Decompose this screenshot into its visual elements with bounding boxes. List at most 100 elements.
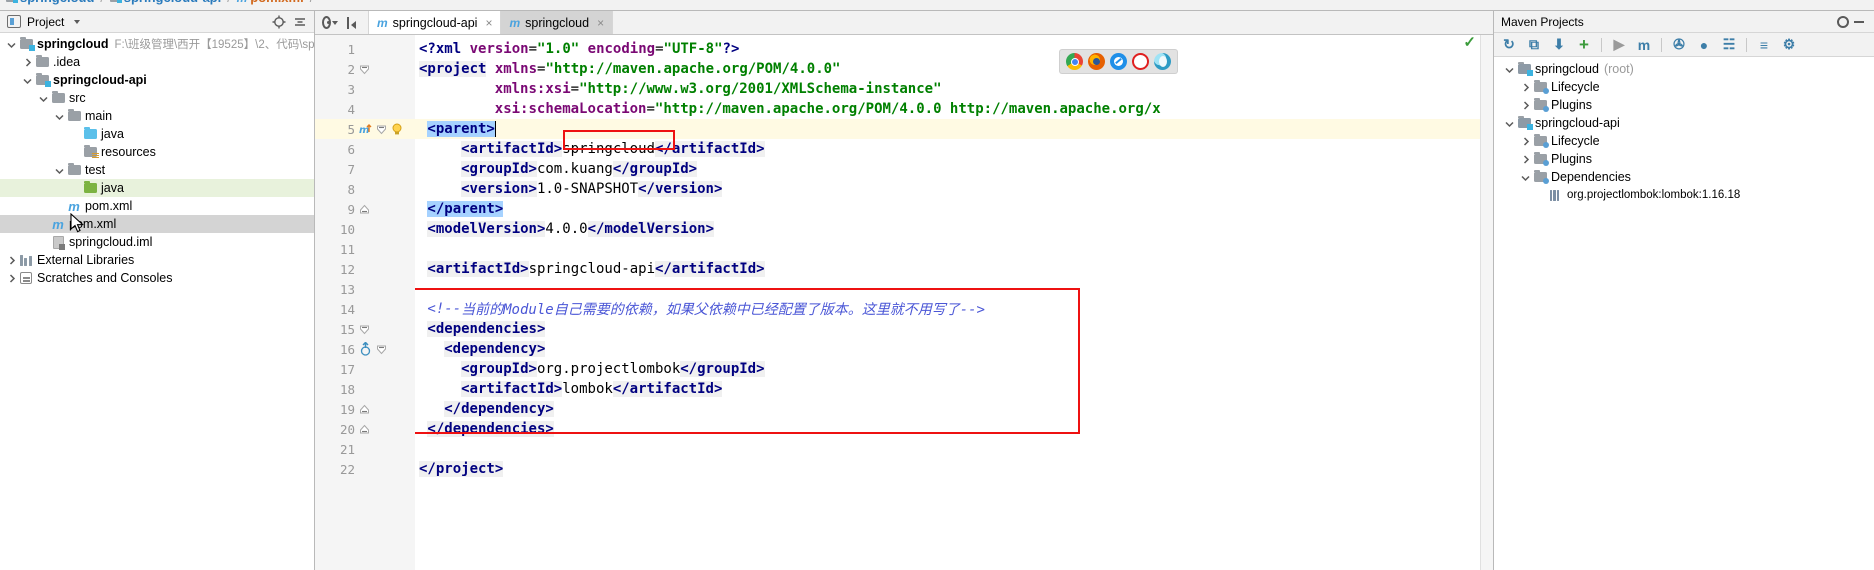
editor-gutter[interactable]: 1 2 3 4 5 m 6 7 8 9 10 11 12 13 14 15 16 17 18 19 20 21 22: [315, 35, 415, 570]
maven-tree[interactable]: springcloud (root) Lifecycle Plugins springc…: [1494, 57, 1874, 570]
maven-tree-item-dependencies[interactable]: Dependencies: [1494, 168, 1874, 186]
tree-item-main[interactable]: main: [0, 107, 314, 125]
opera-icon[interactable]: [1132, 53, 1149, 70]
code-line-6[interactable]: <artifactId> springcloud </artifactId>: [461, 139, 765, 159]
reimport-icon[interactable]: ↻: [1501, 36, 1517, 53]
code-line-5[interactable]: <parent>: [427, 119, 497, 139]
maven-toolbar[interactable]: ↻ ⧉ ⬇ + ▶ m ✇ ● ☵ ≡ ⚙: [1494, 33, 1874, 57]
chevron-down-icon[interactable]: [52, 161, 66, 179]
browser-launcher-popup[interactable]: [1060, 50, 1177, 73]
settings-icon[interactable]: ⚙: [1781, 36, 1797, 53]
code-line-19[interactable]: </dependency>: [444, 399, 554, 419]
hide-panel-icon[interactable]: [345, 15, 361, 31]
chevron-down-icon[interactable]: [69, 14, 85, 30]
fold-close-icon[interactable]: [359, 204, 370, 215]
tree-item-pom-xml[interactable]: m pom.xml: [0, 197, 314, 215]
execute-goal-icon[interactable]: m: [1636, 37, 1652, 53]
tree-item-external-libraries[interactable]: External Libraries: [0, 251, 314, 269]
editor-body[interactable]: 1 2 3 4 5 m 6 7 8 9 10 11 12 13 14 15 16 17 18 19 20 21 22 <? x…: [315, 35, 1493, 570]
maven-tree-item-springcloud-api[interactable]: springcloud-api: [1494, 114, 1874, 132]
firefox-icon[interactable]: [1088, 53, 1105, 70]
target-icon[interactable]: [271, 14, 287, 30]
chevron-down-icon[interactable]: [52, 107, 66, 125]
maven-tree-item-plugins[interactable]: Plugins: [1494, 96, 1874, 114]
code-line-16[interactable]: <dependency>: [444, 339, 546, 359]
fold-open-icon[interactable]: [359, 64, 370, 75]
chevron-down-icon[interactable]: [20, 71, 34, 89]
chevron-right-icon[interactable]: [1518, 78, 1532, 96]
collapse-all-icon[interactable]: [292, 14, 308, 30]
add-maven-project-icon[interactable]: +: [1576, 35, 1592, 54]
tab-springcloud-api[interactable]: m springcloud-api ×: [369, 11, 502, 34]
code-line-17[interactable]: <groupId> org.projectlombok </groupId>: [461, 359, 765, 379]
collapse-all-icon[interactable]: ≡: [1756, 37, 1772, 53]
bulb-icon[interactable]: [391, 123, 403, 136]
maven-tree-item-lifecycle[interactable]: Lifecycle: [1494, 132, 1874, 150]
chevron-right-icon[interactable]: [4, 269, 18, 287]
code-line-4[interactable]: xsi:schemaLocation = "http://maven.apache.…: [495, 99, 1161, 119]
dependency-arrow-icon[interactable]: [359, 341, 372, 356]
code-line-18[interactable]: <artifactId> lombok </artifactId>: [461, 379, 723, 399]
close-icon[interactable]: ×: [485, 16, 492, 30]
maven-update-icon[interactable]: m: [359, 123, 372, 136]
code-line-9[interactable]: </parent>: [427, 199, 504, 219]
chevron-down-icon[interactable]: [1502, 60, 1516, 78]
maven-tree-item-org-projectlombok-lombok-1-16-18[interactable]: org.projectlombok:lombok:1.16.18: [1494, 186, 1874, 204]
fold-open-icon[interactable]: [376, 124, 387, 135]
run-icon[interactable]: ▶: [1611, 36, 1627, 53]
chevron-right-icon[interactable]: [1518, 132, 1532, 150]
code-line-2[interactable]: <project xmlns = "http://maven.apache.org/…: [419, 59, 840, 79]
gear-icon[interactable]: [1835, 14, 1851, 30]
code-line-22[interactable]: </project>: [419, 459, 504, 479]
code-area[interactable]: <? xml version = "1.0" encoding = "UTF-8" ?> <p…: [415, 35, 1480, 570]
chevron-right-icon[interactable]: [20, 53, 34, 71]
tree-item-pom-xml[interactable]: m pom.xml: [0, 215, 314, 233]
chevron-down-icon[interactable]: [1502, 114, 1516, 132]
tab-springcloud[interactable]: m springcloud ×: [501, 11, 614, 34]
fold-close-icon[interactable]: [359, 424, 370, 435]
project-tree[interactable]: springcloud F:\班级管理\西开【19525】\2、代码\spring…: [0, 33, 314, 570]
chevron-right-icon[interactable]: [1518, 96, 1532, 114]
show-dependencies-icon[interactable]: ☵: [1721, 36, 1737, 53]
code-line-10[interactable]: <modelVersion> 4.0.0 </modelVersion>: [427, 219, 715, 239]
code-line-1[interactable]: <? xml version = "1.0" encoding = "UTF-8" ?>: [419, 39, 739, 59]
tree-item-springcloud-iml[interactable]: springcloud.iml: [0, 233, 314, 251]
maven-tree-item-lifecycle[interactable]: Lifecycle: [1494, 78, 1874, 96]
code-line-7[interactable]: <groupId> com.kuang </groupId>: [461, 159, 698, 179]
minimize-icon[interactable]: [1851, 14, 1867, 30]
chevron-down-icon[interactable]: [36, 89, 50, 107]
breadcrumb-item-pom[interactable]: m pom.xml: [237, 0, 304, 5]
breadcrumb-item-springcloud[interactable]: springcloud: [6, 0, 94, 5]
chrome-icon[interactable]: [1066, 53, 1083, 70]
toggle-offline-icon[interactable]: ●: [1696, 37, 1712, 53]
error-stripe[interactable]: [1480, 35, 1493, 570]
fold-close-icon[interactable]: [359, 404, 370, 415]
download-sources-icon[interactable]: ⬇: [1551, 36, 1567, 53]
edge-icon[interactable]: [1154, 53, 1171, 70]
breadcrumb-item-springcloud-api[interactable]: springcloud-api: [109, 0, 221, 5]
tree-item-src[interactable]: src: [0, 89, 314, 107]
chevron-down-icon[interactable]: [4, 35, 18, 53]
tree-item-resources[interactable]: resources: [0, 143, 314, 161]
tree-item-scratches-and-consoles[interactable]: Scratches and Consoles: [0, 269, 314, 287]
tree-item-test[interactable]: test: [0, 161, 314, 179]
code-line-3[interactable]: xmlns:xsi = "http://www.w3.org/2001/XMLSch…: [495, 79, 942, 99]
gear-icon[interactable]: [322, 15, 338, 31]
tree-item-springcloud-api[interactable]: springcloud-api: [0, 71, 314, 89]
generate-sources-icon[interactable]: ⧉: [1526, 36, 1542, 53]
tree-item--idea[interactable]: .idea: [0, 53, 314, 71]
close-icon[interactable]: ×: [597, 16, 604, 30]
maven-tree-item-springcloud[interactable]: springcloud (root): [1494, 60, 1874, 78]
code-line-12[interactable]: <artifactId> springcloud-api </artifactId>: [427, 259, 765, 279]
toggle-skip-tests-icon[interactable]: ✇: [1671, 36, 1687, 53]
tree-item-springcloud[interactable]: springcloud F:\班级管理\西开【19525】\2、代码\spring…: [0, 35, 314, 53]
tree-item-java[interactable]: java: [0, 179, 314, 197]
chevron-down-icon[interactable]: [1518, 168, 1532, 186]
chevron-right-icon[interactable]: [1518, 150, 1532, 168]
fold-open-icon[interactable]: [376, 344, 387, 355]
tree-item-java[interactable]: java: [0, 125, 314, 143]
maven-tree-item-plugins[interactable]: Plugins: [1494, 150, 1874, 168]
code-line-14[interactable]: <!-- 当前的Module自己需要的依赖，如果父依赖中已经配置了版本。这里就不用…: [427, 299, 985, 319]
code-line-8[interactable]: <version> 1.0-SNAPSHOT </version>: [461, 179, 723, 199]
safari-icon[interactable]: [1110, 53, 1127, 70]
